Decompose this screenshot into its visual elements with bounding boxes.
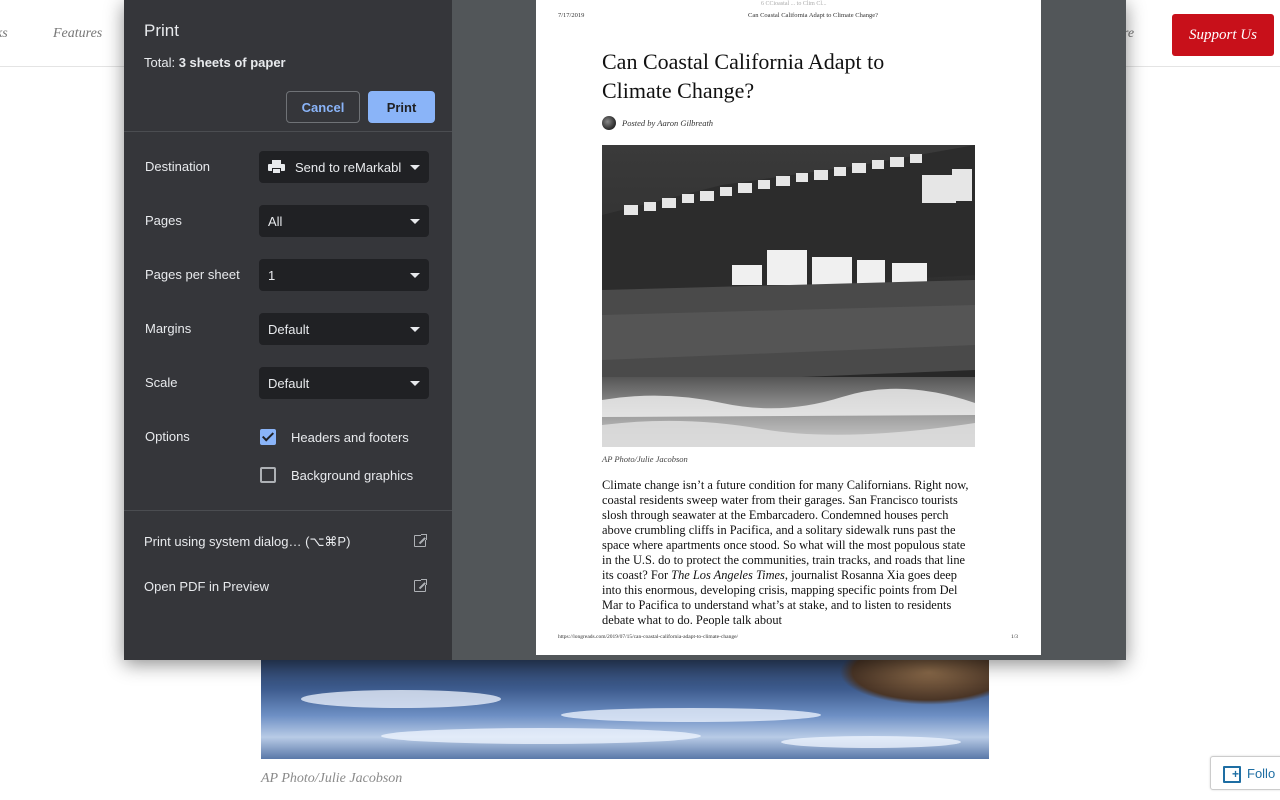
page-footer-url: https://longreads.com/2019/07/15/can-coa… xyxy=(558,634,739,640)
article-title: Can Coastal California Adapt to Climate … xyxy=(602,49,885,103)
system-dialog-link[interactable]: Print using system dialog… (⌥⌘P) xyxy=(144,534,350,550)
pages-per-sheet-select[interactable]: 1 xyxy=(259,259,429,291)
divider xyxy=(124,131,452,132)
headers-footers-label[interactable]: Headers and footers xyxy=(291,430,409,445)
pages-select[interactable]: All xyxy=(259,205,429,237)
cancel-button[interactable]: Cancel xyxy=(286,91,360,123)
author-avatar xyxy=(602,116,616,130)
follow-icon xyxy=(1223,765,1241,783)
pages-label: Pages xyxy=(145,213,182,228)
article-hero-photo xyxy=(261,650,989,759)
print-button[interactable]: Print xyxy=(368,91,435,123)
destination-select[interactable]: Send to reMarkabl xyxy=(259,151,429,183)
follow-label: Follo xyxy=(1247,765,1276,781)
chevron-down-icon xyxy=(410,165,420,170)
open-external-icon[interactable] xyxy=(414,578,428,592)
divider xyxy=(124,510,452,511)
print-dialog: Print Total: 3 sheets of paper Cancel Pr… xyxy=(124,0,1126,660)
scale-label: Scale xyxy=(145,375,178,390)
chevron-down-icon xyxy=(410,327,420,332)
preview-page: 6 CCioastal ... to Clim Cl... 7/17/2019 … xyxy=(536,0,1041,655)
page-footer-number: 1/3 xyxy=(1011,634,1019,640)
printer-icon xyxy=(268,160,285,174)
destination-label: Destination xyxy=(145,159,211,174)
article-photo xyxy=(602,145,975,447)
background-graphics-checkbox[interactable] xyxy=(260,467,276,483)
margins-label: Margins xyxy=(145,321,192,336)
article-photo-caption: AP Photo/Julie Jacobson xyxy=(602,454,688,464)
scale-value: Default xyxy=(268,375,310,391)
options-label: Options xyxy=(145,429,190,444)
background-graphics-label[interactable]: Background graphics xyxy=(291,468,413,483)
pages-value: All xyxy=(268,213,283,229)
print-preview-area[interactable]: 6 CCioastal ... to Clim Cl... 7/17/2019 … xyxy=(452,0,1126,660)
pages-per-sheet-value: 1 xyxy=(268,267,276,283)
open-pdf-link[interactable]: Open PDF in Preview xyxy=(144,579,269,594)
nav-link-features[interactable]: Features xyxy=(53,26,102,42)
dialog-title: Print xyxy=(144,21,179,40)
sheet-total: Total: 3 sheets of paper xyxy=(144,55,286,70)
margins-value: Default xyxy=(268,321,310,337)
open-external-icon[interactable] xyxy=(414,533,428,547)
page-header-ghost: 6 CCioastal ... to Clim Cl... xyxy=(761,1,827,7)
pages-per-sheet-label: Pages per sheet xyxy=(145,267,240,282)
page-header-date: 7/17/2019 xyxy=(558,12,585,19)
headers-footers-checkbox[interactable] xyxy=(260,429,276,445)
article-author: Posted by Aaron Gilbreath xyxy=(622,118,714,128)
chevron-down-icon xyxy=(410,273,420,278)
photo-caption: AP Photo/Julie Jacobson xyxy=(261,771,403,786)
destination-value: Send to reMarkabl xyxy=(295,159,402,175)
chevron-down-icon xyxy=(410,219,420,224)
page-header-title: Can Coastal California Adapt to Climate … xyxy=(748,12,878,19)
scale-select[interactable]: Default xyxy=(259,367,429,399)
support-us-button[interactable]: Support Us xyxy=(1172,14,1274,56)
print-settings-panel: Print Total: 3 sheets of paper Cancel Pr… xyxy=(124,0,452,660)
article-body: Climate change isn’t a future condition … xyxy=(602,478,969,626)
follow-button[interactable]: Follo xyxy=(1210,756,1280,790)
nav-link-books[interactable]: ks xyxy=(0,26,8,42)
margins-select[interactable]: Default xyxy=(259,313,429,345)
chevron-down-icon xyxy=(410,381,420,386)
